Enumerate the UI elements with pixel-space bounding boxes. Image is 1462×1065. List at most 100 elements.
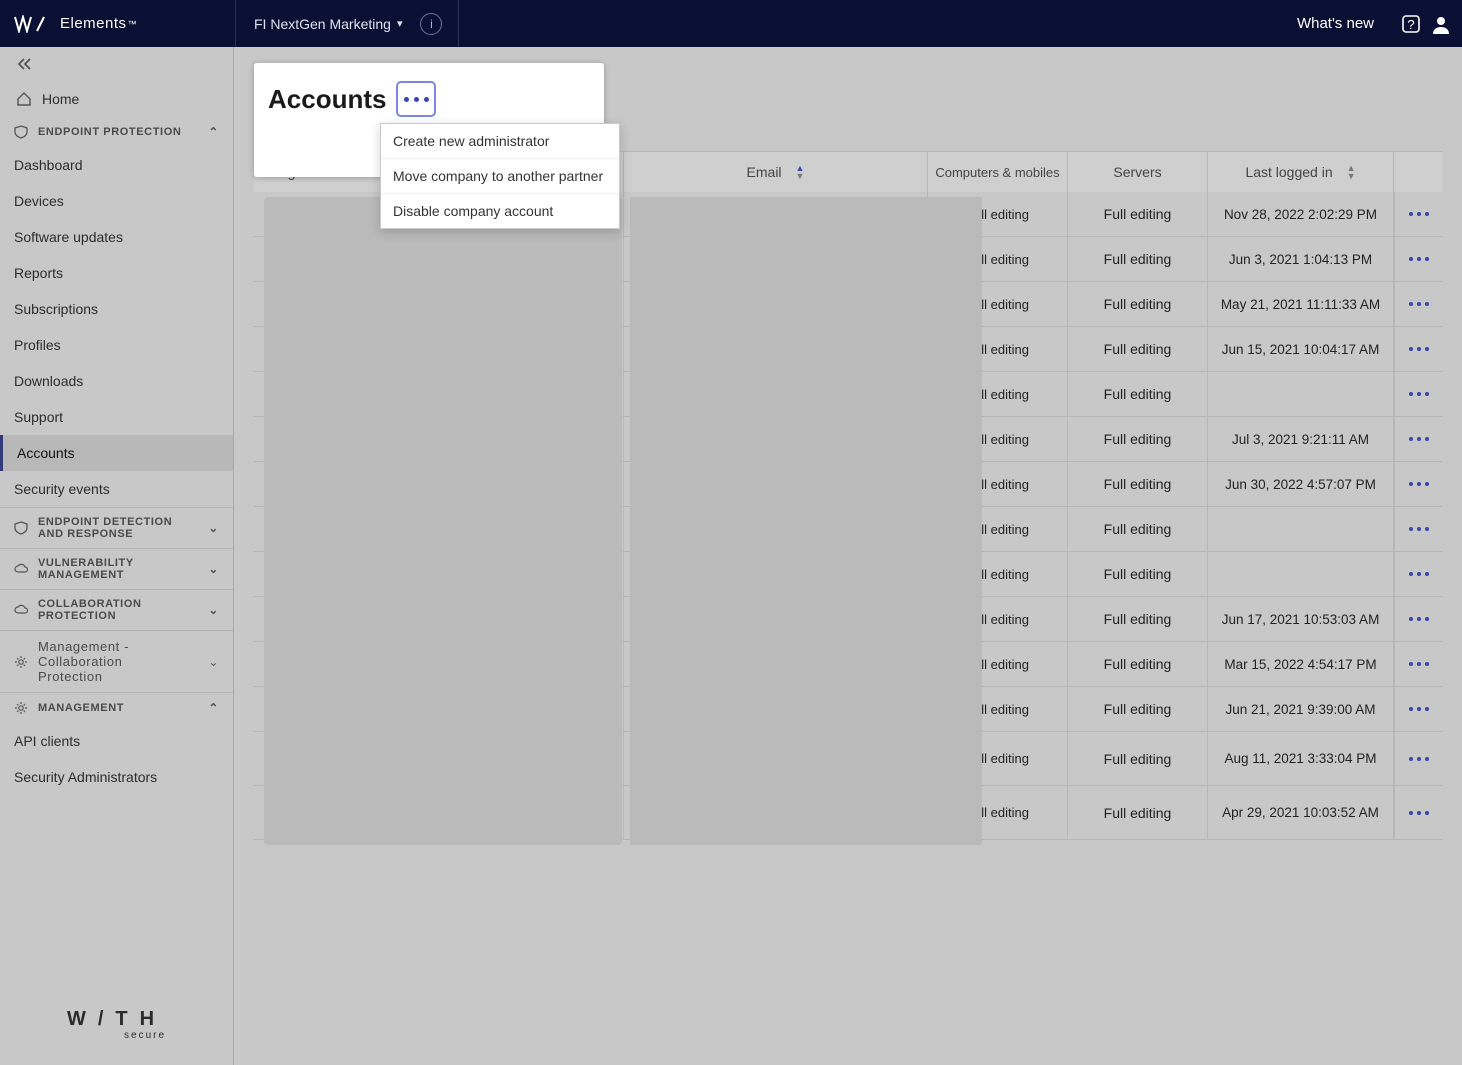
page-actions-button[interactable]: [396, 81, 436, 117]
row-actions-button[interactable]: [1394, 192, 1442, 236]
row-actions-button[interactable]: [1394, 732, 1442, 785]
cell-last-logged: Jul 3, 2021 9:21:11 AM: [1208, 417, 1394, 461]
section-label: VULNERABILITY MANAGEMENT: [38, 557, 178, 581]
ellipsis-icon: [1409, 527, 1429, 531]
sidebar-item-label: Profiles: [14, 337, 61, 353]
section-label: MANAGEMENT: [38, 702, 124, 714]
sidebar-item-reports[interactable]: Reports: [0, 255, 233, 291]
col-computers-mobiles[interactable]: Computers & mobiles: [928, 152, 1068, 192]
sidebar-item-dashboard[interactable]: Dashboard: [0, 147, 233, 183]
withsecure-logo: W/TH secure: [67, 1009, 166, 1041]
scope-label: FI NextGen Marketing: [254, 16, 391, 32]
section-label: COLLABORATION PROTECTION: [38, 598, 178, 622]
cell-last-logged: Mar 15, 2022 4:54:17 PM: [1208, 642, 1394, 686]
sidebar-section-management[interactable]: MANAGEMENT ⌃: [0, 692, 233, 723]
row-actions-button[interactable]: [1394, 507, 1442, 551]
ellipsis-icon: [1409, 257, 1429, 261]
sort-icon: ▲▼: [796, 164, 805, 180]
sidebar-item-software-updates[interactable]: Software updates: [0, 219, 233, 255]
info-icon[interactable]: i: [420, 13, 442, 35]
sidebar-collapse-button[interactable]: [0, 47, 233, 81]
sidebar-item-label: Subscriptions: [14, 301, 98, 317]
sidebar-item-label: Downloads: [14, 373, 83, 389]
sidebar-item-security-events[interactable]: Security events: [0, 471, 233, 507]
sidebar-item-profiles[interactable]: Profiles: [0, 327, 233, 363]
sidebar-item-accounts[interactable]: Accounts: [0, 435, 233, 471]
sidebar-item-downloads[interactable]: Downloads: [0, 363, 233, 399]
ellipsis-icon: [1409, 212, 1429, 216]
col-actions: [1394, 152, 1442, 192]
sidebar-section-endpoint-protection[interactable]: ENDPOINT PROTECTION ⌃: [0, 117, 233, 147]
cell-servers: Full editing: [1068, 237, 1208, 281]
ellipsis-icon: [1409, 572, 1429, 576]
col-last-logged-in[interactable]: Last logged in ▲▼: [1208, 152, 1394, 192]
cloud-icon: [14, 603, 28, 617]
cell-servers: Full editing: [1068, 192, 1208, 236]
col-email[interactable]: Email ▲▼: [624, 152, 928, 192]
sidebar-item-label: Dashboard: [14, 157, 83, 173]
brand: Elements™: [10, 15, 235, 33]
ellipsis-icon: [1409, 302, 1429, 306]
scope-wrap: FI NextGen Marketing ▾ i: [235, 0, 459, 47]
row-actions-button[interactable]: [1394, 687, 1442, 731]
row-actions-button[interactable]: [1394, 372, 1442, 416]
sidebar-item-security-administrators[interactable]: Security Administrators: [0, 759, 233, 795]
row-actions-button[interactable]: [1394, 462, 1442, 506]
user-icon[interactable]: [1430, 13, 1452, 35]
sidebar-item-label: Home: [42, 91, 79, 107]
menu-create-new-admin[interactable]: Create new administrator: [381, 124, 619, 159]
sidebar-item-label: Support: [14, 409, 63, 425]
row-actions-button[interactable]: [1394, 237, 1442, 281]
cell-last-logged: Jun 30, 2022 4:57:07 PM: [1208, 462, 1394, 506]
section-label: Management - Collaboration Protection: [38, 639, 188, 684]
page-header-popup: Accounts Create new administrator Move c…: [254, 63, 604, 177]
cell-servers: Full editing: [1068, 552, 1208, 596]
chevron-down-icon: ⌄: [208, 521, 219, 535]
menu-move-company[interactable]: Move company to another partner: [381, 159, 619, 194]
cell-last-logged: Jun 15, 2021 10:04:17 AM: [1208, 327, 1394, 371]
sidebar-section-collab[interactable]: COLLABORATION PROTECTION ⌄: [0, 589, 233, 630]
menu-disable-company[interactable]: Disable company account: [381, 194, 619, 228]
cell-last-logged: [1208, 507, 1394, 551]
cell-servers: Full editing: [1068, 417, 1208, 461]
sidebar-item-subscriptions[interactable]: Subscriptions: [0, 291, 233, 327]
row-actions-button[interactable]: [1394, 417, 1442, 461]
cell-last-logged: Nov 28, 2022 2:02:29 PM: [1208, 192, 1394, 236]
shield-icon: [14, 125, 28, 139]
sidebar-section-mgmt-collab[interactable]: Management - Collaboration Protection ⌄: [0, 630, 233, 692]
row-actions-button[interactable]: [1394, 786, 1442, 839]
chevron-down-icon: ⌄: [208, 655, 219, 669]
whats-new-link[interactable]: What's new: [1297, 15, 1374, 32]
cell-servers: Full editing: [1068, 327, 1208, 371]
row-actions-button[interactable]: [1394, 282, 1442, 326]
cell-servers: Full editing: [1068, 462, 1208, 506]
row-actions-button[interactable]: [1394, 642, 1442, 686]
sidebar-item-support[interactable]: Support: [0, 399, 233, 435]
sidebar-section-edr[interactable]: ENDPOINT DETECTION AND RESPONSE ⌄: [0, 507, 233, 548]
cell-last-logged: [1208, 552, 1394, 596]
row-actions-button[interactable]: [1394, 327, 1442, 371]
cell-last-logged: Aug 11, 2021 3:33:04 PM: [1208, 732, 1394, 785]
cell-last-logged: May 21, 2021 11:11:33 AM: [1208, 282, 1394, 326]
row-actions-button[interactable]: [1394, 552, 1442, 596]
sidebar-item-home[interactable]: Home: [0, 81, 233, 117]
sidebar-item-devices[interactable]: Devices: [0, 183, 233, 219]
chevron-up-icon: ⌃: [208, 701, 219, 715]
row-actions-button[interactable]: [1394, 597, 1442, 641]
ellipsis-icon: [1409, 757, 1429, 761]
cell-servers: Full editing: [1068, 786, 1208, 839]
page-title: Accounts: [268, 84, 386, 115]
col-servers[interactable]: Servers: [1068, 152, 1208, 192]
sidebar-section-vuln[interactable]: VULNERABILITY MANAGEMENT ⌄: [0, 548, 233, 589]
cell-last-logged: [1208, 372, 1394, 416]
collapse-icon: [16, 57, 32, 71]
cell-servers: Full editing: [1068, 282, 1208, 326]
scope-selector[interactable]: FI NextGen Marketing ▾: [235, 0, 420, 47]
cell-last-logged: Apr 29, 2021 10:03:52 AM: [1208, 786, 1394, 839]
sidebar-item-label: API clients: [14, 733, 80, 749]
help-icon[interactable]: ?: [1400, 13, 1422, 35]
sidebar-item-api-clients[interactable]: API clients: [0, 723, 233, 759]
ellipsis-icon: [1409, 392, 1429, 396]
gear-icon: [14, 701, 28, 715]
sort-icon: ▲▼: [1347, 164, 1356, 180]
